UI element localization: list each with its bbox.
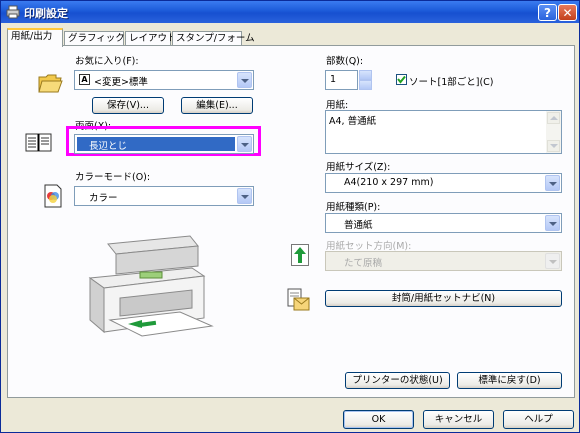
favorites-dropdown[interactable]: A <変更>標準 — [74, 70, 254, 90]
printer-illustration — [88, 235, 214, 337]
chevron-down-icon[interactable] — [237, 136, 252, 152]
tab-layout[interactable]: レイアウト — [125, 31, 177, 46]
spin-up-icon[interactable] — [359, 70, 372, 80]
window-title: 印刷設定 — [24, 7, 68, 20]
paper-orientation-dropdown: たて原稿 — [325, 251, 562, 271]
favorites-value: <変更>標準 — [94, 77, 148, 88]
tab-label: スタンプ/フォーム — [176, 33, 255, 44]
print-settings-window: 印刷設定 ? ✕ 用紙/出力 グラフィックス レイアウト スタンプ/フォーム お… — [0, 0, 580, 433]
favorites-label: お気に入り(F): — [75, 56, 139, 67]
copies-value: 1 — [330, 74, 337, 85]
title-bar[interactable]: 印刷設定 ? ✕ — [1, 1, 579, 23]
edit-favorites-button[interactable]: 編集(E)... — [181, 97, 253, 114]
copies-input[interactable]: 1 — [325, 70, 358, 90]
duplex-value: 長辺とじ — [89, 141, 128, 152]
paper-type-dropdown[interactable]: 普通紙 — [325, 213, 562, 233]
chevron-down-icon — [545, 253, 560, 269]
folder-icon — [38, 74, 63, 93]
envelope-navi-button[interactable]: 封筒/用紙セットナビ(N) — [325, 290, 562, 307]
duplex-dropdown[interactable]: 長辺とじ — [74, 134, 254, 154]
help-button[interactable]: ヘルプ — [503, 410, 574, 429]
save-favorites-button[interactable]: 保存(V)... — [92, 97, 164, 114]
paper-info-box: A4, 普通紙 — [325, 110, 562, 154]
ok-button[interactable]: OK — [343, 410, 414, 429]
cancel-button[interactable]: キャンセル — [423, 410, 494, 429]
tab-label: 用紙/出力 — [11, 31, 53, 42]
paper-value: A4, 普通紙 — [329, 116, 377, 127]
copies-spinner[interactable] — [359, 70, 372, 90]
chevron-down-icon[interactable] — [237, 188, 252, 204]
arrow-glyph — [294, 247, 306, 263]
close-button[interactable]: ✕ — [558, 4, 577, 21]
scroll-down-icon[interactable] — [547, 140, 560, 152]
color-mode-value: カラー — [89, 193, 118, 204]
tab-graphics[interactable]: グラフィックス — [64, 31, 134, 46]
tab-label: レイアウト — [129, 33, 177, 44]
copies-label: 部数(Q): — [326, 56, 364, 67]
paper-size-dropdown[interactable]: A4(210 x 297 mm) — [325, 173, 562, 193]
checkmark-icon — [397, 75, 406, 84]
tab-panel: お気に入り(F): A <変更>標準 保存(V)... 編集(E)... 両面(… — [7, 45, 575, 398]
duplex-document-icon — [25, 133, 52, 152]
spin-down-icon[interactable] — [359, 80, 372, 90]
color-mode-label: カラーモード(O): — [75, 172, 151, 183]
chevron-down-icon[interactable] — [545, 215, 560, 231]
color-mode-icon — [44, 184, 62, 208]
tab-stamp-form[interactable]: スタンプ/フォーム — [172, 31, 255, 46]
color-mode-dropdown[interactable]: カラー — [74, 186, 254, 206]
collate-label: ソート[1部ごと](C) — [409, 77, 494, 88]
help-title-button[interactable]: ? — [538, 4, 557, 21]
paper-type-value: 普通紙 — [344, 220, 373, 231]
collate-checkbox[interactable] — [396, 74, 407, 85]
chevron-down-icon[interactable] — [545, 175, 560, 191]
printer-icon — [6, 5, 20, 19]
tab-paper-output[interactable]: 用紙/出力 — [7, 28, 63, 47]
envelope-paper-icon — [287, 288, 310, 311]
scrollbar[interactable] — [546, 111, 561, 153]
paper-type-label: 用紙種類(P): — [326, 202, 381, 213]
up-arrow-icon — [291, 244, 309, 266]
chevron-down-icon[interactable] — [237, 72, 252, 88]
paper-size-value: A4(210 x 297 mm) — [344, 177, 434, 188]
restore-defaults-button[interactable]: 標準に戻す(D) — [457, 372, 562, 389]
paper-orientation-label: 用紙セット方向(M): — [326, 241, 412, 252]
paper-size-label: 用紙サイズ(Z): — [326, 162, 391, 173]
scroll-up-icon[interactable] — [547, 112, 560, 124]
paper-orientation-value: たて原稿 — [344, 258, 383, 269]
printer-status-button[interactable]: プリンターの状態(U) — [345, 372, 450, 389]
font-a-icon: A — [79, 74, 90, 85]
paper-label: 用紙: — [326, 100, 349, 111]
